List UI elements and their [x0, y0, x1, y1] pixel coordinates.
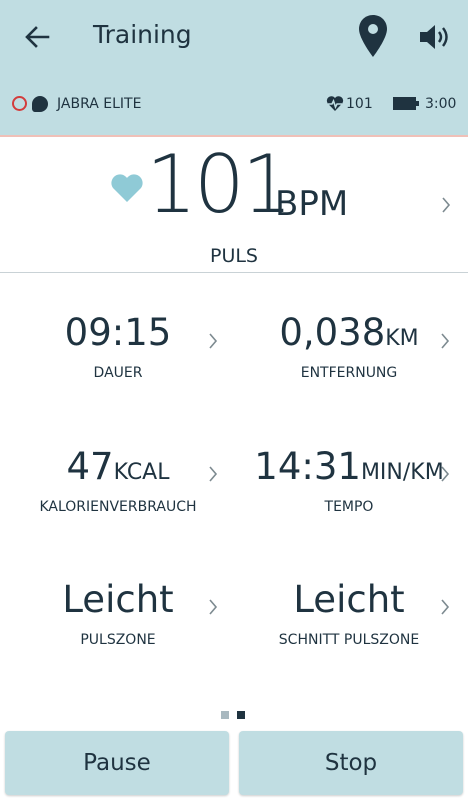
page-title: Training [93, 20, 192, 49]
battery-icon [393, 97, 419, 110]
pace-value: 14:31 [254, 445, 361, 488]
status-heart-rate: 101 [346, 96, 373, 112]
calories-value: 47 [66, 445, 114, 488]
duration-value: 09:15 [64, 311, 172, 354]
volume-button[interactable] [418, 22, 454, 52]
calories-label: KALORIENVERBRAUCH [39, 499, 197, 515]
chevron-right-icon [209, 599, 218, 615]
avg-pulse-zone-label: SCHNITT PULSZONE [278, 632, 420, 648]
metric-pulse-zone[interactable]: Leicht PULSZONE [18, 581, 218, 648]
pulse-unit: BPM [275, 184, 349, 224]
metric-pace[interactable]: 14:31MIN/KM TEMPO [249, 448, 449, 515]
distance-unit: KM [385, 326, 419, 351]
pulse-zone-value: Leicht [62, 578, 174, 621]
pace-unit: MIN/KM [360, 460, 444, 485]
divider [0, 272, 468, 273]
page-dot-2[interactable] [237, 711, 245, 719]
page-indicator [221, 711, 251, 721]
chevron-right-icon [209, 466, 218, 482]
metric-avg-pulse-zone[interactable]: Leicht SCHNITT PULSZONE [249, 581, 449, 648]
distance-label: ENTFERNUNG [300, 365, 398, 381]
metric-distance[interactable]: 0,038KM ENTFERNUNG [249, 314, 449, 381]
duration-label: DAUER [93, 365, 143, 381]
metric-duration[interactable]: 09:15 DAUER [18, 314, 218, 381]
speaker-icon [420, 25, 448, 49]
pulse-zone-label: PULSZONE [80, 632, 156, 648]
pause-button[interactable]: Pause [5, 731, 229, 795]
pulse-panel[interactable]: 101 BPM PULS [0, 139, 468, 272]
chevron-right-icon [209, 333, 218, 349]
pace-label: TEMPO [324, 499, 374, 515]
pulse-value: 101 [146, 138, 293, 231]
heart-icon [111, 174, 143, 202]
ring-icon [12, 96, 27, 111]
location-button[interactable] [358, 14, 388, 58]
status-time: 3:00 [425, 96, 457, 112]
heart-rate-icon [326, 96, 344, 111]
stop-button[interactable]: Stop [239, 731, 463, 795]
pulse-label: PULS [209, 245, 258, 267]
metric-calories[interactable]: 47KCAL KALORIENVERBRAUCH [18, 448, 218, 515]
back-button[interactable] [22, 22, 52, 52]
app-header: Training JABRA ELITE 101 3:00 [0, 0, 468, 137]
chevron-right-icon [441, 333, 450, 349]
chevron-right-icon [441, 599, 450, 615]
device-status-row: JABRA ELITE 101 3:00 [0, 92, 468, 118]
arrow-left-icon [25, 26, 50, 48]
chevron-right-icon [442, 197, 451, 213]
calories-unit: KCAL [113, 460, 170, 485]
device-name: JABRA ELITE [57, 96, 142, 112]
page-dot-1[interactable] [221, 711, 229, 719]
earbud-icon [32, 96, 48, 112]
chevron-right-icon [441, 466, 450, 482]
distance-value: 0,038 [279, 311, 386, 354]
map-pin-icon [359, 15, 387, 57]
avg-pulse-zone-value: Leicht [293, 578, 405, 621]
